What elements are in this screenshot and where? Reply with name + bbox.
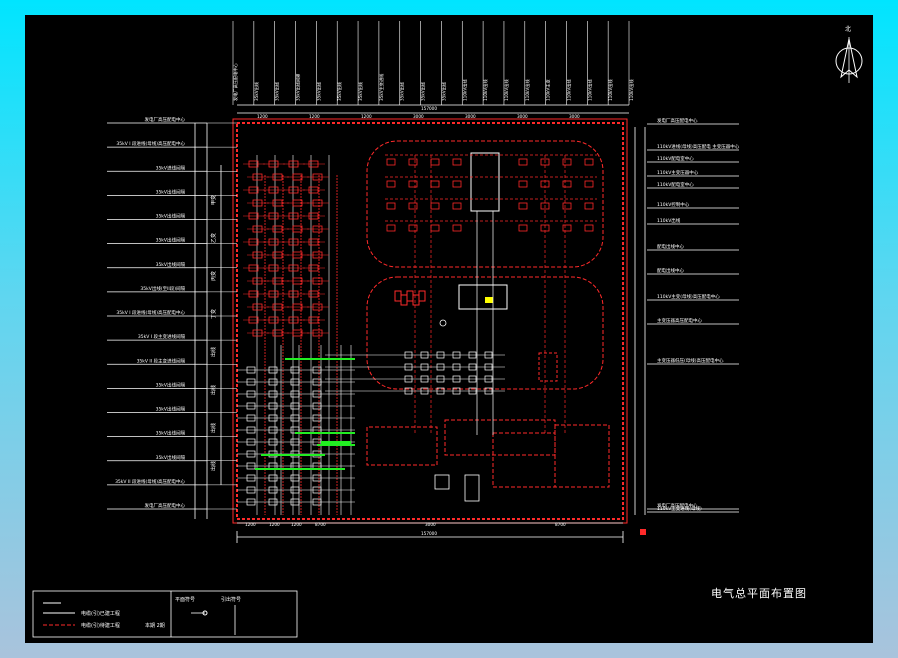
right-label: 110kV配电室中心 — [657, 155, 694, 162]
bottom-dimension: 3000 — [425, 522, 436, 527]
left-label: 发电厂​高压配电中心 — [145, 116, 186, 123]
top-dimension: 1200 — [361, 114, 372, 119]
right-label: 110kV出线 — [657, 217, 681, 224]
left-side-tag: 出线 — [210, 347, 217, 357]
marker-icon — [640, 529, 646, 535]
right-label: 110kV配电室中心 — [657, 181, 694, 188]
legend-item-2: 电缆(引)待建工程 — [81, 622, 120, 629]
top-dimension: 1200 — [257, 114, 268, 119]
top-column-label: 35kV出线 — [399, 81, 406, 101]
cable-tray — [321, 441, 351, 445]
left-side-tag: 出线 — [210, 423, 217, 433]
top-column-label: 35kV出线 — [274, 81, 281, 101]
top-column-label: 110kV出线 — [628, 79, 635, 101]
right-label: 110kV主变(母线)高压配电中心 — [657, 293, 720, 300]
top-column-label: 110kV出线 — [503, 79, 510, 101]
bottom-dimension: 1200 — [291, 522, 302, 527]
left-side-tag: 甲变 — [210, 195, 217, 205]
top-column-label: 110kV出线 — [607, 79, 614, 101]
top-column-label: 110kV主变 — [545, 79, 552, 101]
top-column-label: 发电厂高压配电中心 — [232, 62, 239, 101]
transformer-core — [485, 297, 493, 303]
top-dimension: 1200 — [309, 114, 320, 119]
top-dimension: 3000 — [569, 114, 580, 119]
top-column-label: 35kV出线 — [315, 81, 322, 101]
left-label: 35kV II 段主变进线间隔 — [137, 357, 186, 364]
top-column-label: 110kV出线 — [586, 79, 593, 101]
top-column-label: 35kV出线 — [440, 81, 447, 101]
left-label: 发电厂​高压配电中心 — [145, 502, 186, 509]
left-label: 35kV I 段进线(母线)高压配电中心 — [116, 140, 185, 147]
electrical-site-plan: 北 电缆(引)已建工程 电缆(引)待建工程 平面符号 引出符号 本期 2期 发电… — [25, 15, 873, 643]
left-label: 35kV出线间隔 — [156, 237, 186, 244]
left-label: 35kV出线间隔 — [156, 213, 186, 220]
north-label: 北 — [845, 25, 851, 33]
top-column-label: 35kV出线 — [357, 81, 364, 101]
right-label: 配电出线中心 — [657, 267, 684, 274]
legend-symbol-1: 平面符号 — [175, 596, 195, 603]
right-label: 发电厂​高压配电中心 — [657, 117, 698, 124]
top-column-label: 110kV出线 — [565, 79, 572, 101]
bottom-total-dimension: 157000 — [421, 531, 437, 536]
right-label: 110kV控制中心 — [657, 201, 690, 208]
bottom-dimension: 1200 — [245, 522, 256, 527]
left-label: 35kV出线间隔 — [156, 381, 186, 388]
left-side-tag: 出线 — [210, 461, 217, 471]
drawing-frame: 北 电缆(引)已建工程 电缆(引)待建工程 平面符号 引出符号 本期 2期 发电… — [25, 15, 873, 643]
top-column-label: 35kV出线 — [336, 81, 343, 101]
right-label: 主变压器高压配电中心 — [657, 317, 702, 324]
top-column-label: 35kV主变进线 — [378, 73, 385, 101]
bottom-dimension: 1200 — [269, 522, 280, 527]
legend-item-1: 电缆(引)已建工程 — [81, 610, 120, 617]
right-label: 发电厂​高压配电中心 — [657, 502, 698, 509]
top-column-label: 35kV出线 — [253, 81, 260, 101]
left-label: 35kV进线间隔 — [156, 164, 186, 171]
top-column-label: 110kV出线 — [482, 79, 489, 101]
left-side-tag: 乙变 — [210, 233, 217, 243]
left-label: 35kV出线(至II段)间隔 — [140, 285, 185, 292]
left-label: 35kV I 段进线(母线)高压配电中心 — [116, 309, 185, 316]
left-label: 35kV I 段主变进线间隔 — [138, 333, 186, 340]
left-side-tag: 丁变 — [210, 309, 217, 319]
right-label: 主变压器低压(母线)高压配电中心 — [657, 357, 724, 364]
left-label: 35kV出线间隔 — [156, 430, 186, 437]
right-label: 110kV主变压器中心 — [657, 169, 699, 176]
left-label: 35kV出线间隔 — [156, 454, 186, 461]
top-column-label: 110kV出线 — [461, 79, 468, 101]
left-side-tag: 出线 — [210, 385, 217, 395]
top-total-dimension: 157000 — [421, 106, 437, 111]
right-label: 配电出线中心 — [657, 243, 684, 250]
legend-symbol-2: 引出符号 — [221, 596, 241, 603]
left-label: 35kV II 段进线(母线)高压配电中心 — [115, 478, 185, 485]
top-dimension: 3000 — [413, 114, 424, 119]
left-label: 35kV出线间隔 — [156, 261, 186, 268]
left-label: 35kV出线间隔 — [156, 406, 186, 413]
right-label: 110kV进线(母线)高压配电 主变压器中心 — [657, 143, 740, 150]
top-column-label: 35kV出线间隔 — [295, 74, 302, 101]
bottom-dimension: 8700 — [555, 522, 566, 527]
top-column-label: 110kV出线 — [524, 79, 531, 101]
top-dimension: 3000 — [465, 114, 476, 119]
legend-note-1: 本期 2期 — [145, 622, 165, 629]
bottom-dimension: 8700 — [315, 522, 326, 527]
top-column-label: 35kV出线 — [420, 81, 427, 101]
drawing-title: 电气总平面布置图 — [711, 587, 807, 600]
left-side-tag: 丙变 — [210, 271, 217, 281]
left-label: 35kV出线间隔 — [156, 188, 186, 195]
top-dimension: 3000 — [517, 114, 528, 119]
